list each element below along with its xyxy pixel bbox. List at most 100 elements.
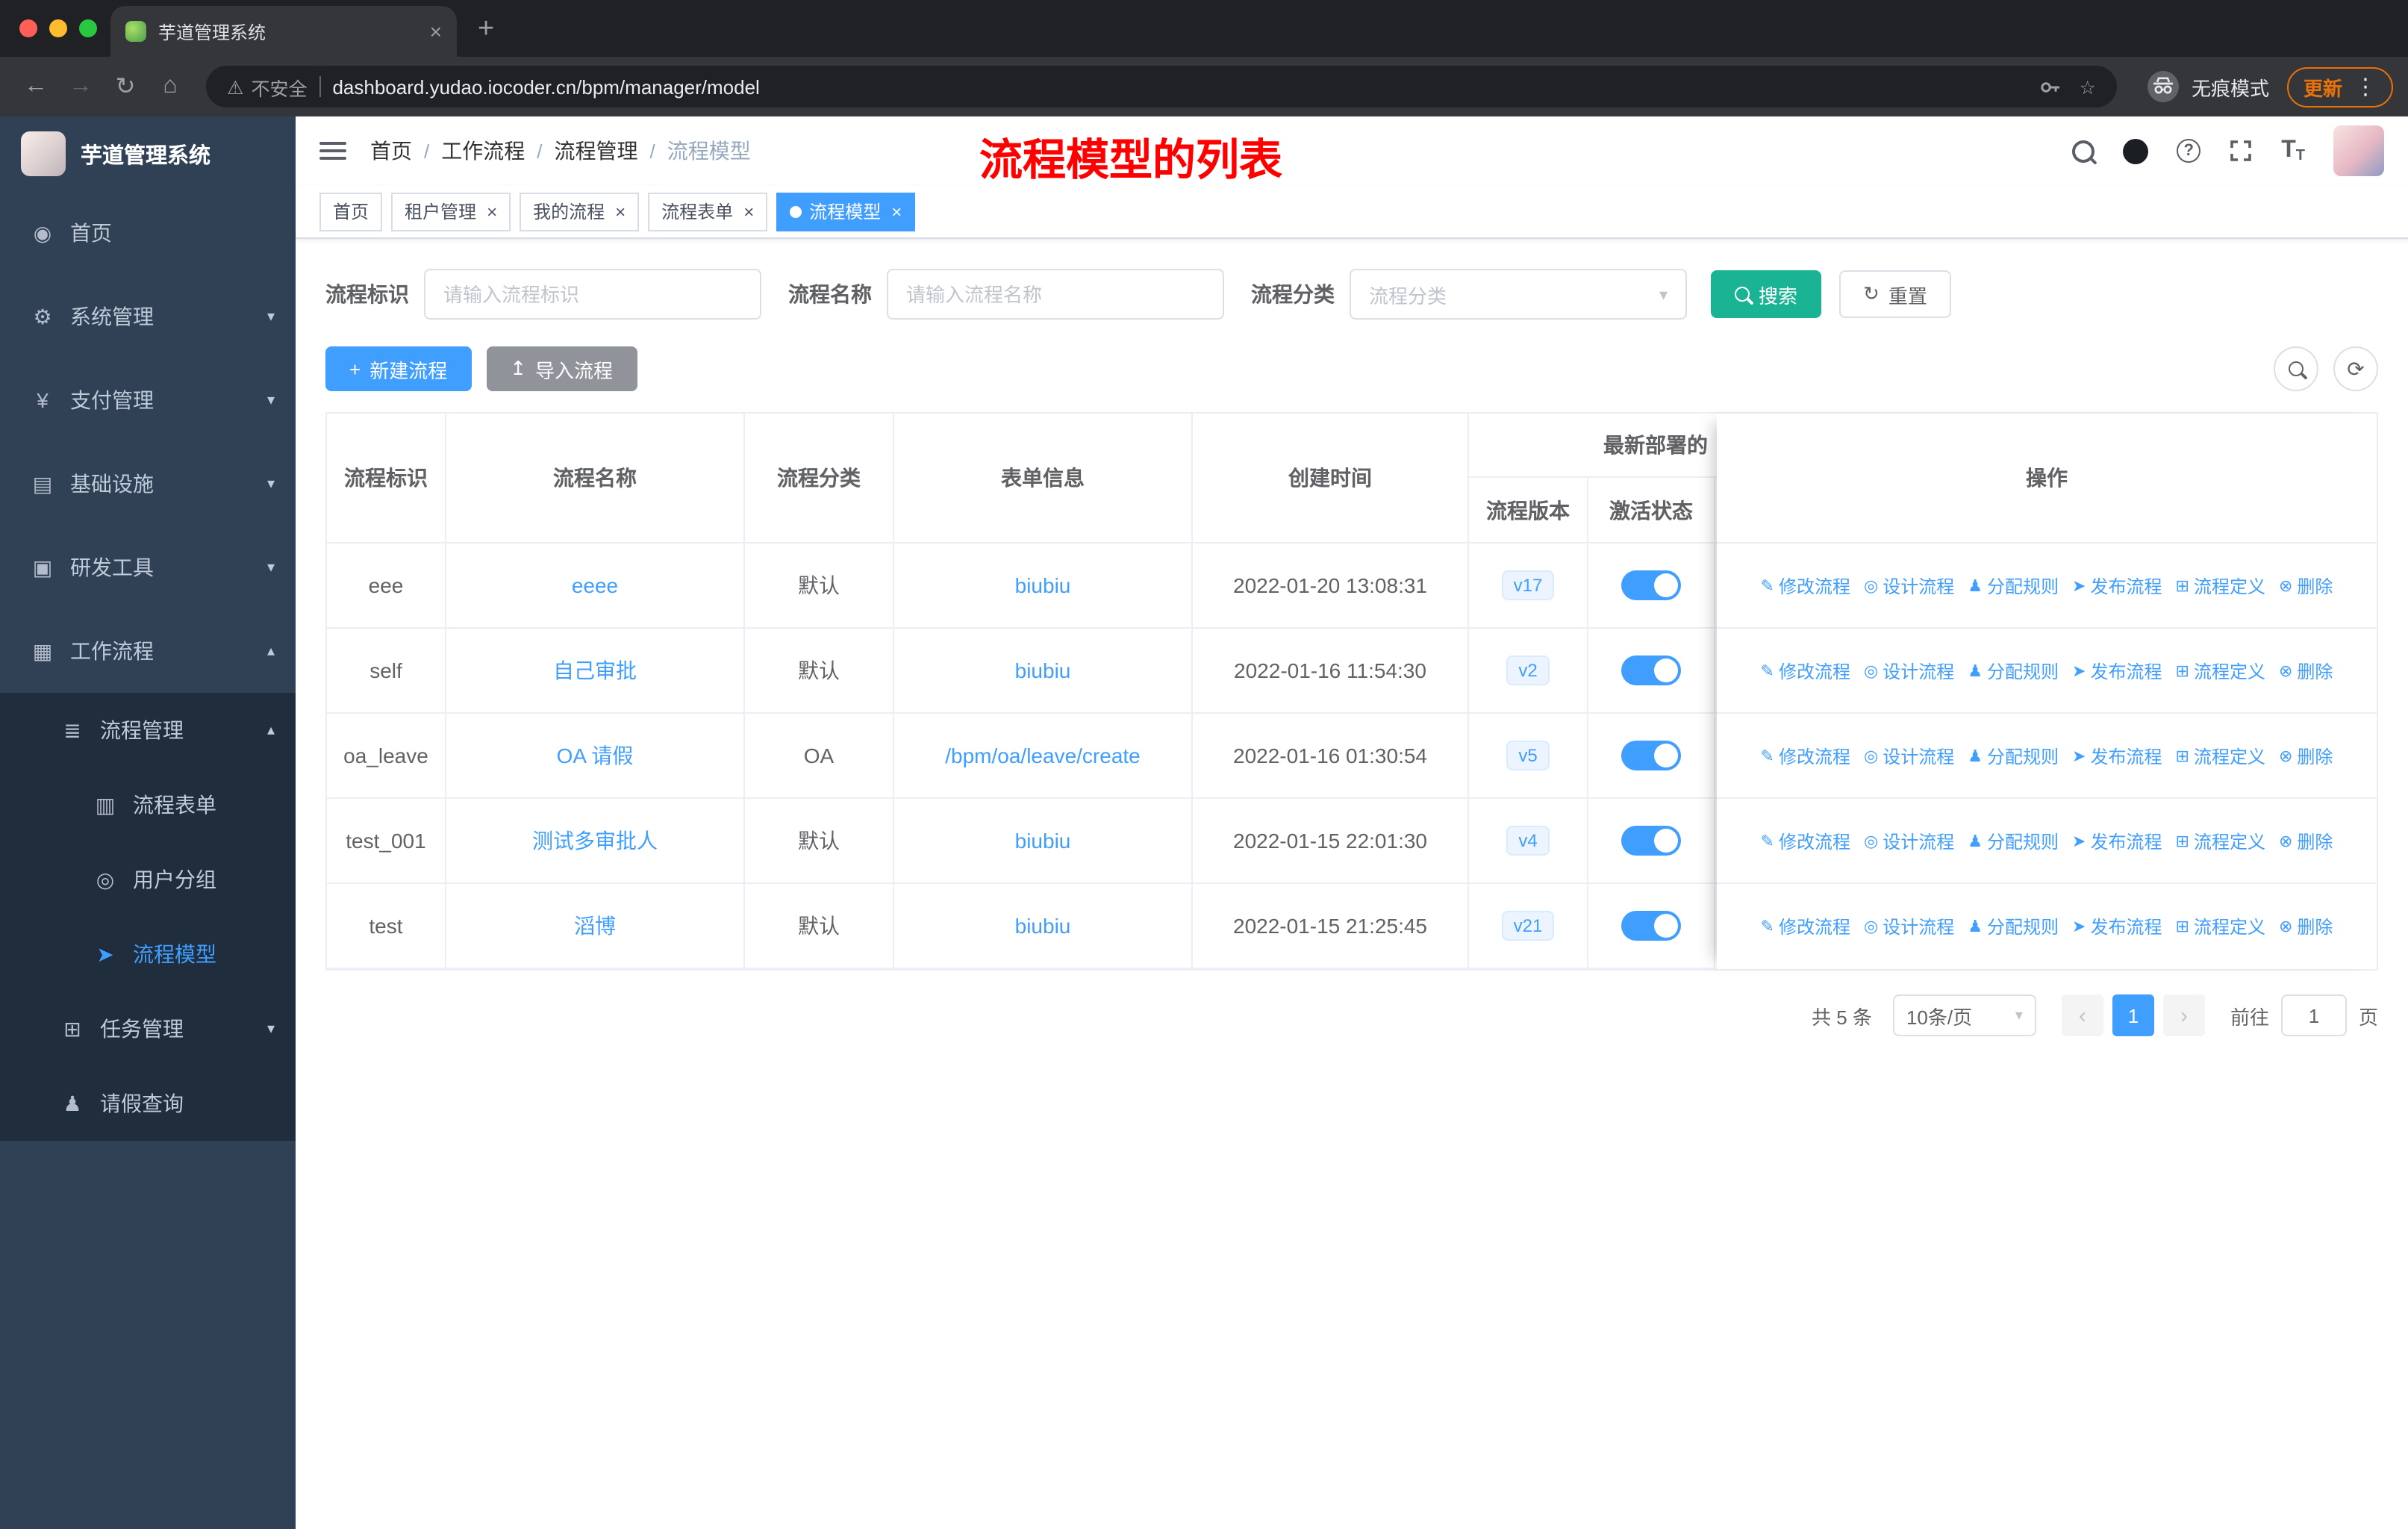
user-avatar[interactable] [2333,125,2384,176]
assign-rule-link[interactable]: ♟ 分配规则 [1968,828,2059,853]
delete-process-link[interactable]: ⊗ 删除 [2279,658,2333,683]
font-size-icon[interactable]: TT [2281,137,2305,164]
edit-process-link[interactable]: ✎ 修改流程 [1761,743,1850,768]
window-zoom-button[interactable] [79,19,97,37]
form-link[interactable]: biubiu [1015,914,1071,938]
design-process-link[interactable]: ◎ 设计流程 [1864,828,1954,853]
edit-process-link[interactable]: ✎ 修改流程 [1761,914,1850,939]
status-toggle[interactable] [1621,826,1681,856]
assign-rule-link[interactable]: ♟ 分配规则 [1968,658,2059,683]
reset-button[interactable]: ↻ 重置 [1839,270,1951,318]
process-key-input[interactable] [424,269,761,320]
browser-update-button[interactable]: 更新 ⋮ [2286,66,2393,107]
version-badge[interactable]: v17 [1501,570,1555,601]
process-definition-link[interactable]: ⊞ 流程定义 [2176,658,2265,683]
sidebar-item-leave-query[interactable]: ♟ 请假查询 [0,1066,296,1141]
sidebar-item-home[interactable]: ◉ 首页 [0,191,296,275]
security-chip[interactable]: ⚠ 不安全 [227,72,307,101]
tag-close-icon[interactable]: × [487,201,497,222]
sidebar-item-devtools[interactable]: ▣ 研发工具 ▾ [0,526,296,609]
tag-close-icon[interactable]: × [615,201,626,222]
delete-process-link[interactable]: ⊗ 删除 [2279,914,2333,939]
process-definition-link[interactable]: ⊞ 流程定义 [2176,828,2265,853]
search-icon[interactable] [2072,140,2095,162]
search-button[interactable]: 搜索 [1711,270,1822,318]
prev-page-button[interactable]: ‹ [2061,994,2103,1036]
assign-rule-link[interactable]: ♟ 分配规则 [1968,573,2059,598]
publish-process-link[interactable]: ➤ 发布流程 [2072,914,2162,939]
toggle-search-button[interactable] [2274,346,2318,391]
form-link[interactable]: /bpm/oa/leave/create [945,744,1141,767]
tag-tenant[interactable]: 租户管理 × [391,192,511,231]
fullscreen-icon[interactable] [2229,139,2253,163]
delete-process-link[interactable]: ⊗ 删除 [2279,828,2333,853]
sidebar-item-user-group[interactable]: ◎ 用户分组 [0,842,296,917]
tab-close-icon[interactable]: × [430,19,442,43]
status-toggle[interactable] [1621,741,1681,770]
process-definition-link[interactable]: ⊞ 流程定义 [2176,573,2265,598]
sidebar-item-infrastructure[interactable]: ▤ 基础设施 ▾ [0,442,296,526]
sidebar-item-process-model[interactable]: ➤ 流程模型 [0,917,296,991]
window-minimize-button[interactable] [49,19,67,37]
form-link[interactable]: biubiu [1015,658,1071,682]
design-process-link[interactable]: ◎ 设计流程 [1864,914,1954,939]
tag-close-icon[interactable]: × [891,201,902,222]
delete-process-link[interactable]: ⊗ 删除 [2279,743,2333,768]
edit-process-link[interactable]: ✎ 修改流程 [1761,828,1850,853]
sidebar-item-process-form[interactable]: ▥ 流程表单 [0,767,296,842]
bookmark-star-icon[interactable]: ☆ [2080,75,2096,98]
key-icon[interactable] [2039,75,2062,98]
process-name-link[interactable]: OA 请假 [557,741,634,770]
process-name-link[interactable]: 自己审批 [553,655,637,685]
browser-tab[interactable]: 芋道管理系统 × [110,6,457,57]
help-icon[interactable]: ? [2177,139,2201,163]
form-link[interactable]: biubiu [1015,829,1071,853]
edit-process-link[interactable]: ✎ 修改流程 [1761,658,1850,683]
sidebar-item-payment[interactable]: ¥ 支付管理 ▾ [0,358,296,442]
tag-process-form[interactable]: 流程表单 × [648,192,768,231]
design-process-link[interactable]: ◎ 设计流程 [1864,743,1954,768]
process-definition-link[interactable]: ⊞ 流程定义 [2176,914,2265,939]
status-toggle[interactable] [1621,570,1681,600]
reload-button[interactable]: ↻ [105,66,146,108]
tag-my-process[interactable]: 我的流程 × [520,192,640,231]
back-button[interactable]: ← [15,66,57,108]
goto-page-input[interactable] [2280,994,2347,1036]
window-close-button[interactable] [19,19,37,37]
sidebar-item-workflow[interactable]: ▦ 工作流程 ▴ [0,609,296,693]
create-process-button[interactable]: + 新建流程 [325,346,472,391]
edit-process-link[interactable]: ✎ 修改流程 [1761,573,1850,598]
design-process-link[interactable]: ◎ 设计流程 [1864,573,1954,598]
breadcrumb-item[interactable]: 流程管理 [555,136,638,166]
category-select[interactable]: 流程分类 ▾ [1350,269,1687,320]
publish-process-link[interactable]: ➤ 发布流程 [2072,658,2162,683]
status-toggle[interactable] [1621,911,1681,941]
design-process-link[interactable]: ◎ 设计流程 [1864,658,1954,683]
sidebar-item-process-management[interactable]: ≣ 流程管理 ▴ [0,693,296,767]
process-name-link[interactable]: 测试多审批人 [532,826,658,856]
assign-rule-link[interactable]: ♟ 分配规则 [1968,914,2059,939]
sidebar-item-task-management[interactable]: ⊞ 任务管理 ▾ [0,991,296,1066]
process-name-link[interactable]: 滔博 [574,911,616,941]
breadcrumb-item[interactable]: 首页 [370,136,412,166]
home-button[interactable]: ⌂ [149,66,191,108]
new-tab-button[interactable]: + [478,13,494,46]
breadcrumb-item[interactable]: 工作流程 [441,136,525,166]
form-link[interactable]: biubiu [1015,573,1071,597]
version-badge[interactable]: v5 [1506,740,1550,771]
version-badge[interactable]: v21 [1501,910,1555,941]
version-badge[interactable]: v4 [1506,825,1550,856]
page-number-button[interactable]: 1 [2112,994,2154,1036]
next-page-button[interactable]: › [2162,994,2205,1036]
sidebar-collapse-icon[interactable] [319,142,346,160]
publish-process-link[interactable]: ➤ 发布流程 [2072,743,2162,768]
tag-close-icon[interactable]: × [743,201,754,222]
assign-rule-link[interactable]: ♟ 分配规则 [1968,743,2059,768]
forward-button[interactable]: → [60,66,102,108]
process-name-link[interactable]: eeee [572,573,618,597]
refresh-table-button[interactable]: ⟳ [2333,346,2378,391]
url-bar[interactable]: ⚠ 不安全 dashboard.yudao.iocoder.cn/bpm/man… [206,66,2117,108]
sidebar-item-system[interactable]: ⚙ 系统管理 ▾ [0,275,296,358]
publish-process-link[interactable]: ➤ 发布流程 [2072,828,2162,853]
status-toggle[interactable] [1621,655,1681,685]
